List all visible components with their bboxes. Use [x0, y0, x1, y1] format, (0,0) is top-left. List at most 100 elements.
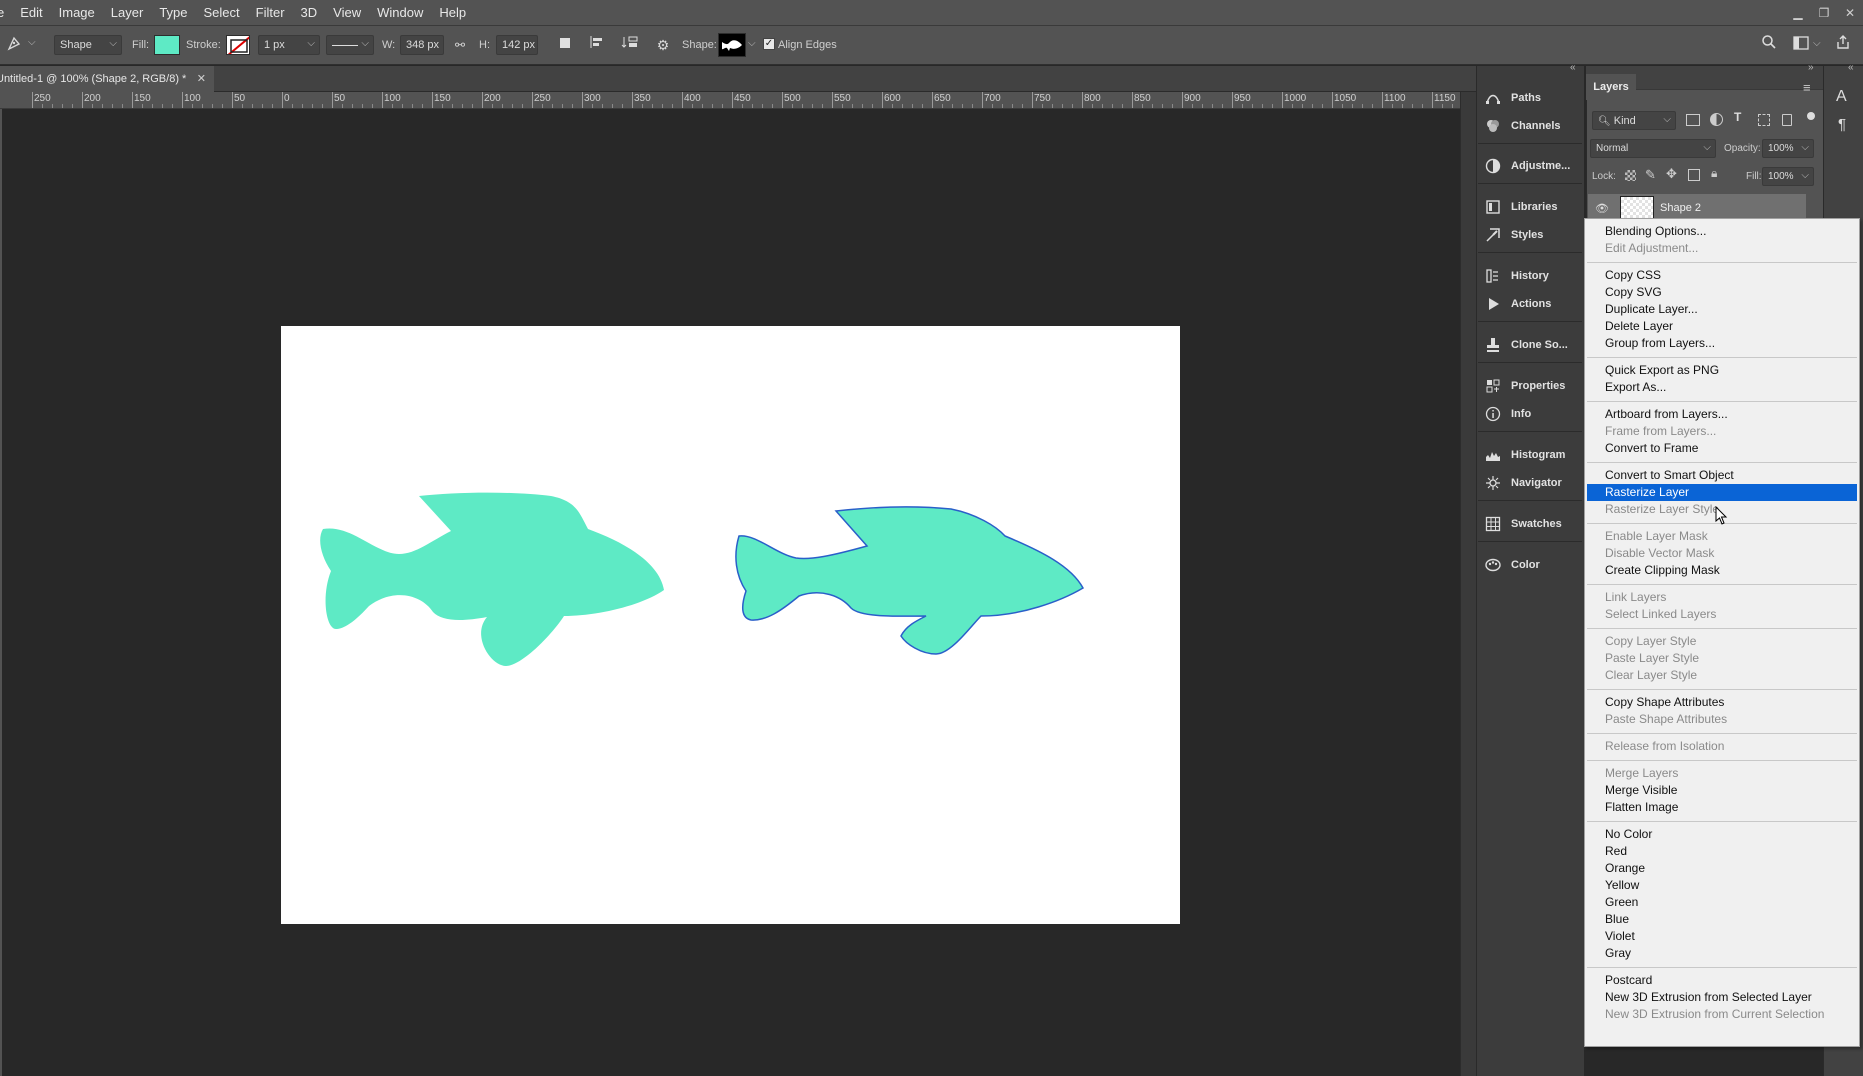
menu-item-convert-to-frame[interactable]: Convert to Frame	[1587, 440, 1857, 457]
menu-item-new-3d-extrusion-from-selected-layer[interactable]: New 3D Extrusion from Selected Layer	[1587, 989, 1857, 1006]
dock-history[interactable]: History	[1484, 264, 1580, 288]
menu-item-copy-css[interactable]: Copy CSS	[1587, 267, 1857, 284]
filter-type-icon[interactable]: T	[1734, 110, 1741, 124]
menu-item-copy-svg[interactable]: Copy SVG	[1587, 284, 1857, 301]
path-arrangement-icon[interactable]	[619, 34, 641, 56]
dock-properties[interactable]: Properties	[1484, 374, 1580, 398]
menu-window[interactable]: Window	[369, 0, 431, 25]
menu-item-merge-visible[interactable]: Merge Visible	[1587, 782, 1857, 799]
menu-item-postcard[interactable]: Postcard	[1587, 972, 1857, 989]
menu-item-quick-export-as-png[interactable]: Quick Export as PNG	[1587, 362, 1857, 379]
expand-panels-icon[interactable]: «	[1848, 62, 1854, 73]
lock-artboard-icon[interactable]	[1688, 169, 1700, 181]
stroke-width-field[interactable]: 1 px	[258, 35, 320, 55]
menu-item-red[interactable]: Red	[1587, 843, 1857, 860]
menu-item-artboard-from-layers[interactable]: Artboard from Layers...	[1587, 406, 1857, 423]
filter-toggle-icon[interactable]	[1807, 112, 1815, 120]
menu-file[interactable]: e	[0, 0, 12, 25]
dock-actions[interactable]: Actions	[1484, 292, 1580, 316]
workspace-icon[interactable]	[1790, 34, 1812, 56]
menu-edit[interactable]: Edit	[12, 0, 50, 25]
dock-paths[interactable]: Paths	[1484, 86, 1580, 110]
shape-chevron-icon[interactable]: ⌵	[748, 38, 756, 49]
blend-mode-select[interactable]: Normal	[1590, 139, 1716, 158]
dock-swatches[interactable]: Swatches	[1484, 512, 1580, 536]
tool-preset-chevron-icon[interactable]: ⌵	[28, 37, 36, 48]
menu-item-flatten-image[interactable]: Flatten Image	[1587, 799, 1857, 816]
menu-item-yellow[interactable]: Yellow	[1587, 877, 1857, 894]
menu-item-gray[interactable]: Gray	[1587, 945, 1857, 962]
lock-brush-icon[interactable]: ✎	[1645, 167, 1656, 183]
dock-styles[interactable]: Styles	[1484, 223, 1580, 247]
stroke-type-select[interactable]	[326, 35, 374, 55]
dock-channels[interactable]: Channels	[1484, 114, 1580, 138]
menu-image[interactable]: Image	[51, 0, 103, 25]
dock-clone-source[interactable]: Clone So...	[1484, 333, 1580, 357]
fill-opacity-field[interactable]: 100%	[1762, 167, 1814, 186]
menu-item-duplicate-layer[interactable]: Duplicate Layer...	[1587, 301, 1857, 318]
collapse-dock-icon[interactable]: «	[1570, 62, 1576, 73]
menu-item-copy-shape-attributes[interactable]: Copy Shape Attributes	[1587, 694, 1857, 711]
lock-all-icon[interactable]: 🔒︎	[1711, 166, 1717, 181]
menu-item-orange[interactable]: Orange	[1587, 860, 1857, 877]
vertical-scrollbar[interactable]	[1460, 92, 1476, 1076]
dock-libraries[interactable]: Libraries	[1484, 195, 1580, 219]
search-icon[interactable]	[1758, 34, 1780, 56]
fill-swatch[interactable]	[154, 35, 180, 55]
height-field[interactable]: 142 px	[496, 35, 538, 55]
menu-item-delete-layer[interactable]: Delete Layer	[1587, 318, 1857, 335]
filter-shape-icon[interactable]	[1758, 114, 1770, 126]
menu-help[interactable]: Help	[431, 0, 474, 25]
filter-pixel-icon[interactable]	[1686, 114, 1700, 126]
menu-item-green[interactable]: Green	[1587, 894, 1857, 911]
document-canvas[interactable]	[281, 326, 1180, 924]
share-icon[interactable]	[1832, 34, 1854, 56]
filter-adjustment-icon[interactable]	[1710, 113, 1723, 126]
menu-item-violet[interactable]: Violet	[1587, 928, 1857, 945]
align-edges-checkbox[interactable]: ✓	[763, 38, 775, 50]
pen-tool-icon[interactable]	[4, 34, 26, 56]
tool-mode-select[interactable]: Shape	[54, 35, 122, 55]
restore-icon[interactable]: ❐	[1811, 6, 1837, 20]
path-operations-icon[interactable]	[554, 34, 576, 56]
dock-histogram[interactable]: Histogram	[1484, 443, 1580, 467]
character-icon[interactable]: A	[1836, 88, 1847, 106]
menu-item-convert-to-smart-object[interactable]: Convert to Smart Object	[1587, 467, 1857, 484]
gear-icon[interactable]: ⚙	[652, 34, 674, 56]
path-alignment-icon[interactable]	[586, 34, 608, 56]
menu-item-group-from-layers[interactable]: Group from Layers...	[1587, 335, 1857, 352]
menu-3d[interactable]: 3D	[293, 0, 326, 25]
dock-color[interactable]: Color	[1484, 553, 1580, 577]
stroke-swatch[interactable]	[226, 35, 250, 55]
lock-transparent-icon[interactable]	[1625, 170, 1636, 181]
document-tab[interactable]: Untitled-1 @ 100% (Shape 2, RGB/8) * ✕	[0, 66, 214, 92]
panel-menu-icon[interactable]: ≡	[1803, 80, 1811, 95]
dock-adjustments[interactable]: Adjustme...	[1484, 154, 1580, 178]
menu-filter[interactable]: Filter	[248, 0, 293, 25]
menu-item-create-clipping-mask[interactable]: Create Clipping Mask	[1587, 562, 1857, 579]
menu-item-blue[interactable]: Blue	[1587, 911, 1857, 928]
lock-move-icon[interactable]: ✥	[1666, 166, 1677, 182]
minimize-icon[interactable]: ▁	[1785, 6, 1811, 20]
tab-layers[interactable]: Layers	[1586, 74, 1636, 100]
layer-name[interactable]: Shape 2	[1660, 202, 1701, 214]
visibility-eye-icon[interactable]: 👁︎	[1595, 202, 1609, 215]
filter-smart-object-icon[interactable]	[1782, 114, 1792, 126]
menu-type[interactable]: Type	[151, 0, 195, 25]
fish-shape-2[interactable]	[735, 506, 1085, 655]
menu-item-no-color[interactable]: No Color	[1587, 826, 1857, 843]
menu-item-rasterize-layer[interactable]: Rasterize Layer	[1587, 484, 1857, 501]
menu-item-export-as[interactable]: Export As...	[1587, 379, 1857, 396]
close-tab-icon[interactable]: ✕	[197, 66, 206, 92]
collapse-panel-icon[interactable]: »	[1808, 62, 1814, 73]
close-window-icon[interactable]: ✕	[1837, 6, 1863, 20]
width-field[interactable]: 348 px	[400, 35, 444, 55]
menu-item-blending-options[interactable]: Blending Options...	[1587, 223, 1857, 240]
menu-layer[interactable]: Layer	[103, 0, 152, 25]
opacity-field[interactable]: 100%	[1762, 139, 1814, 158]
shape-picker[interactable]	[718, 33, 746, 57]
link-icon[interactable]: ⚯	[449, 34, 471, 56]
paragraph-icon[interactable]: ¶	[1838, 116, 1846, 133]
layer-filter-kind-select[interactable]: 🔍︎ Kind	[1592, 111, 1676, 130]
fish-shape-1[interactable]	[320, 492, 664, 666]
